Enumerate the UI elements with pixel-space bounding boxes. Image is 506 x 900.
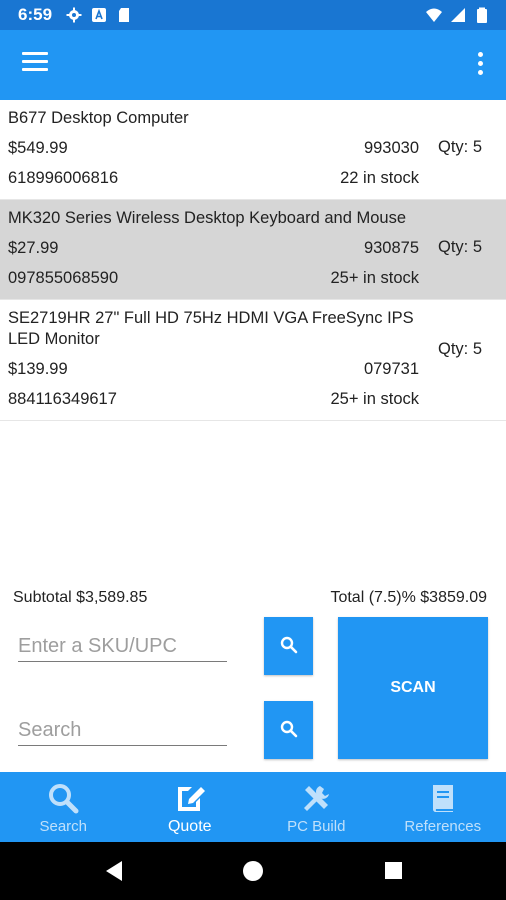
item-qty: Qty: 5 (437, 138, 482, 156)
item-upc: 097855068590 (8, 269, 119, 287)
more-vert-icon[interactable] (476, 52, 484, 78)
search-icon (280, 720, 297, 737)
tab-pc-build[interactable]: PC Build (253, 772, 380, 842)
system-navigation-bar (0, 842, 506, 900)
recents-icon[interactable] (385, 862, 402, 879)
item-upc: 618996006816 (8, 169, 119, 187)
gear-icon (66, 7, 82, 23)
item-upc: 884116349617 (8, 390, 117, 408)
search-icon (49, 784, 79, 814)
sku-upc-input[interactable] (18, 632, 227, 662)
a-icon (92, 8, 106, 22)
item-sku: 930875 (363, 239, 419, 257)
item-stock: 25+ in stock (330, 390, 419, 408)
book-icon (432, 785, 453, 812)
status-time: 6:59 (18, 5, 53, 24)
home-icon[interactable] (243, 861, 263, 881)
item-name: B677 Desktop Computer (8, 109, 189, 127)
bottom-navigation: Search Quote PC Build References (0, 772, 506, 842)
hamburger-menu-icon[interactable] (22, 52, 48, 76)
quote-edit-icon (177, 787, 205, 811)
item-stock: 25+ in stock (330, 269, 419, 287)
tab-label: References (404, 818, 482, 835)
item-name: MK320 Series Wireless Desktop Keyboard a… (8, 209, 407, 227)
status-bar: 6:59 (0, 0, 506, 30)
tab-references[interactable]: References (380, 772, 506, 842)
search-button[interactable] (264, 701, 313, 759)
battery-icon (477, 7, 487, 23)
tab-label: Search (39, 818, 88, 835)
quote-item[interactable]: SE2719HR 27" Full HD 75Hz HDMI VGA FreeS… (0, 300, 506, 421)
item-price: $139.99 (8, 360, 68, 378)
tab-search[interactable]: Search (0, 772, 127, 842)
total: Total (7.5)% $3859.09 (330, 589, 487, 606)
search-input[interactable] (18, 716, 227, 746)
quote-item[interactable]: B677 Desktop Computer $549.99 993030 618… (0, 100, 506, 200)
wifi-icon (426, 8, 442, 22)
item-qty: Qty: 5 (437, 238, 482, 256)
item-sku: 993030 (363, 139, 419, 157)
tab-label: Quote (167, 818, 212, 835)
item-qty: Qty: 5 (437, 340, 482, 358)
scan-button[interactable]: SCAN (338, 617, 488, 759)
quote-item[interactable]: MK320 Series Wireless Desktop Keyboard a… (0, 200, 506, 300)
item-price: $27.99 (8, 239, 59, 257)
sku-search-button[interactable] (264, 617, 313, 675)
signal-icon (451, 8, 465, 22)
item-price: $549.99 (8, 139, 68, 157)
tab-quote[interactable]: Quote (127, 772, 254, 842)
app-bar (0, 30, 506, 100)
quote-item-list: B677 Desktop Computer $549.99 993030 618… (0, 100, 506, 421)
search-icon (280, 636, 297, 653)
tools-icon (304, 786, 330, 811)
subtotal: Subtotal $3,589.85 (13, 589, 148, 606)
tab-label: PC Build (287, 818, 346, 835)
item-stock: 22 in stock (340, 169, 419, 187)
back-icon[interactable] (104, 860, 124, 882)
item-name: SE2719HR 27" Full HD 75Hz HDMI VGA FreeS… (8, 309, 414, 348)
sd-card-icon (119, 8, 129, 22)
item-sku: 079731 (363, 360, 419, 378)
